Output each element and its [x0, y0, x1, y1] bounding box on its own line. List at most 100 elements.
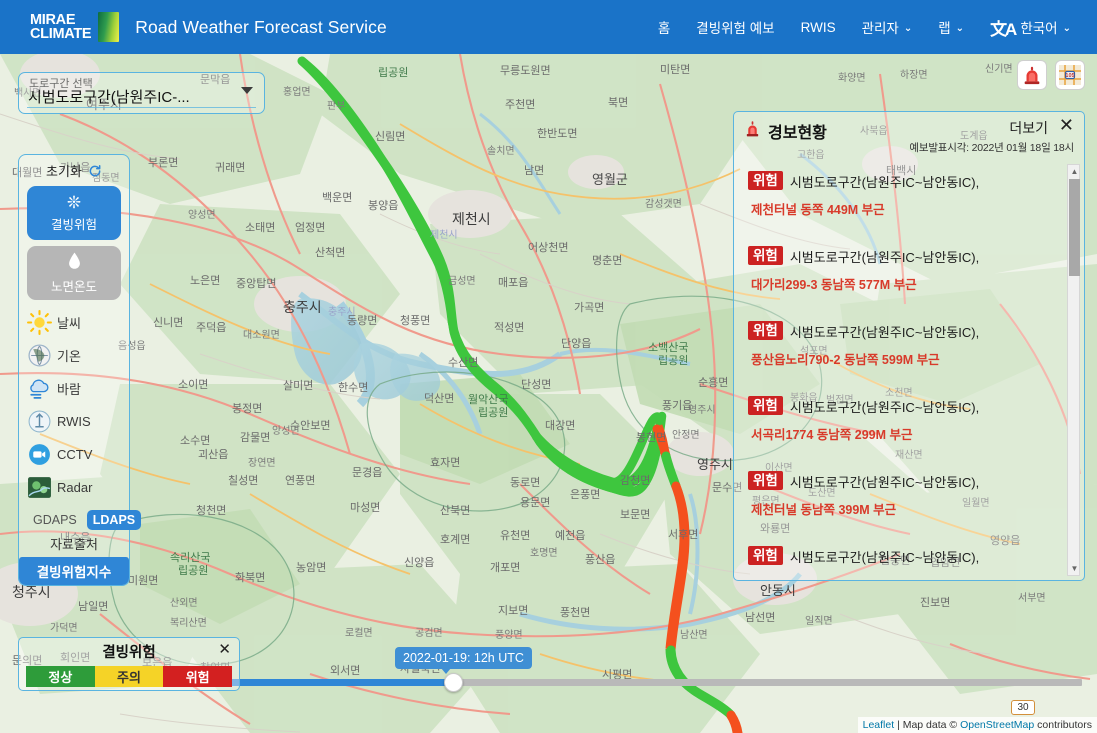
alert-severity-badge: 위험 — [748, 246, 783, 265]
alert-status-panel: 경보현황 더보기 ✕ 예보발표시각: 2022년 01월 18일 18시 위험 시… — [733, 111, 1085, 581]
layer-control-panel: 초기화 ❊ 결빙위험 노면온도 날씨 기온 바람 RWIS CCTV Radar… — [18, 154, 142, 586]
attrib-tail: contributors — [1034, 719, 1092, 731]
alert-severity-badge: 위험 — [748, 546, 783, 565]
nav-item-language[interactable]: 文A 한국어 ⌄ — [990, 15, 1071, 40]
nav-label: 한국어 — [1020, 21, 1058, 36]
nav-item-rwis[interactable]: RWIS — [801, 20, 836, 35]
reset-label: 초기화 — [46, 164, 82, 179]
layer-label: 기온 — [57, 349, 81, 364]
alert-severity-badge: 위험 — [748, 171, 783, 190]
layer-label: Radar — [57, 480, 93, 495]
brand-logo[interactable]: MIRAE CLIMATE — [30, 12, 120, 42]
close-icon[interactable]: ✕ — [218, 640, 231, 658]
alert-road-name: 시범도로구간(남원주IC~남안동IC), — [789, 325, 980, 340]
slider-handle[interactable] — [444, 673, 463, 692]
radar-globe-icon — [27, 475, 52, 500]
alert-location: 풍산읍노리790-2 동남쪽 599M 부근 — [751, 353, 940, 367]
chevron-down-icon — [241, 87, 253, 94]
alert-panel-title: 경보현황 — [768, 125, 827, 142]
chevron-down-icon: ⌄ — [955, 22, 965, 34]
nav-item-lab[interactable]: 랩 ⌄ — [938, 17, 964, 37]
wind-cloud-icon — [27, 376, 52, 401]
reset-button[interactable]: 초기화 — [27, 161, 121, 180]
mode-button-ice-risk[interactable]: ❊ 결빙위험 — [27, 186, 121, 240]
road-map-button[interactable]: 105 — [1055, 60, 1085, 90]
slider-tooltip: 2022-01-19: 12h UTC — [395, 647, 532, 674]
scroll-up-arrow-icon[interactable]: ▲ — [1068, 165, 1081, 178]
alert-more-link[interactable]: 더보기 — [1009, 118, 1048, 138]
alert-item[interactable]: 위험 시범도로구간(남원주IC~남안동IC), 제천터널 동쪽 449M 부근 — [734, 164, 1084, 239]
nav-label: 랩 — [938, 21, 951, 36]
legend-color-bar: 정상 주의 위험 — [26, 666, 233, 687]
svg-text:105: 105 — [1065, 73, 1074, 79]
ice-risk-index-button[interactable]: 결빙위험지수 — [19, 557, 129, 585]
siren-icon — [744, 119, 761, 139]
nav-item-ice-forecast[interactable]: 결빙위험 예보 — [696, 17, 774, 37]
layer-label: CCTV — [57, 447, 93, 462]
openstreetmap-link[interactable]: OpenStreetMap — [960, 719, 1034, 731]
app-title: Road Weather Forecast Service — [135, 16, 387, 37]
alert-list[interactable]: 위험 시범도로구간(남원주IC~남안동IC), 제천터널 동쪽 449M 부근 위험 시… — [734, 160, 1084, 580]
layer-label: RWIS — [57, 414, 91, 429]
layer-item-radar[interactable]: Radar — [27, 471, 121, 504]
water-drop-icon — [67, 252, 82, 273]
scroll-down-arrow-icon[interactable]: ▼ — [1068, 562, 1081, 575]
refresh-icon — [89, 164, 101, 176]
main-nav: 홈 결빙위험 예보 RWIS 관리자 ⌄ 랩 ⌄ 文A 한국어 ⌄ — [658, 15, 1071, 40]
leaflet-link[interactable]: Leaflet — [863, 719, 895, 731]
road-section-select[interactable]: 도로구간 선택 시범도로구간(남원주IC-... — [18, 72, 265, 114]
road-shield-30: 30 — [1011, 700, 1035, 715]
alert-list-scrollbar[interactable]: ▲ ▼ — [1067, 164, 1080, 576]
mode-label: 결빙위험 — [50, 217, 97, 232]
alert-severity-badge: 위험 — [748, 396, 783, 415]
alert-item[interactable]: 위험 시범도로구간(남원주IC~남안동IC), 대가리299-3 동남쪽 577M … — [734, 239, 1084, 314]
alert-item[interactable]: 위험 시범도로구간(남원주IC~남안동IC), — [734, 539, 1084, 580]
brand-line-2: CLIMATE — [30, 26, 92, 42]
nav-item-home[interactable]: 홈 — [658, 17, 670, 37]
chevron-down-icon: ⌄ — [903, 22, 913, 34]
rwis-station-icon — [27, 409, 52, 434]
select-underline — [27, 107, 256, 108]
time-slider[interactable]: 2022-01-19: 12h UTC — [150, 647, 1082, 697]
layer-item-wind[interactable]: 바람 — [27, 372, 121, 405]
legend-title: 결빙위험 — [102, 645, 156, 661]
legend-segment-caution: 주의 — [94, 666, 164, 687]
alert-item-header: 위험 시범도로구간(남원주IC~남안동IC), — [748, 246, 1070, 266]
data-source-label: 자료출처 — [50, 537, 98, 552]
legend-segment-danger: 위험 — [163, 666, 233, 687]
layer-item-rwis[interactable]: RWIS — [27, 405, 121, 438]
alert-item[interactable]: 위험 시범도로구간(남원주IC~남안동IC), 서곡리1774 동남쪽 299M 부… — [734, 389, 1084, 464]
model-chip-ldaps[interactable]: LDAPS — [86, 510, 142, 530]
alert-siren-button[interactable] — [1017, 60, 1047, 90]
alert-item[interactable]: 위험 시범도로구간(남원주IC~남안동IC), 제천터널 동남쪽 399M 부근 — [734, 464, 1084, 539]
leaflet-map[interactable]: 여주시 문막읍 립공원 무릉도원면 미탄면 백사면 홍업면 판부 주천면 북면 화양면 하장면 신기면 신… — [0, 54, 1097, 733]
mode-button-road-temp[interactable]: 노면온도 — [27, 246, 121, 300]
model-chip-gdaps[interactable]: GDAPS — [27, 510, 83, 530]
layer-item-weather[interactable]: 날씨 — [27, 306, 121, 339]
nav-label: 홈 — [657, 21, 671, 36]
alert-road-name: 시범도로구간(남원주IC~남안동IC), — [789, 550, 980, 565]
attrib-sep: | Map data © — [894, 719, 961, 731]
alert-severity-badge: 위험 — [748, 471, 783, 490]
brand-flag-icon — [98, 12, 120, 42]
model-selector: GDAPS LDAPS — [27, 510, 142, 530]
map-tool-buttons: 105 — [1017, 60, 1085, 90]
app-root: MIRAE CLIMATE Road Weather Forecast Serv… — [0, 0, 1097, 733]
scrollbar-thumb[interactable] — [1069, 179, 1080, 276]
alert-road-name: 시범도로구간(남원주IC~남안동IC), — [789, 475, 980, 490]
chevron-down-icon: ⌄ — [1062, 22, 1071, 34]
road-section-select-value: 시범도로구간(남원주IC-... — [28, 89, 190, 106]
alert-road-name: 시범도로구간(남원주IC~남안동IC), — [789, 400, 980, 415]
close-icon[interactable]: ✕ — [1059, 115, 1074, 135]
alert-items-container: 위험 시범도로구간(남원주IC~남안동IC), 제천터널 동쪽 449M 부근 위험 시… — [734, 164, 1084, 580]
alert-item[interactable]: 위험 시범도로구간(남원주IC~남안동IC), 풍산읍노리790-2 동남쪽 599… — [734, 314, 1084, 389]
snowflake-icon: ❊ — [66, 192, 82, 212]
alert-location: 제천터널 동남쪽 399M 부근 — [751, 503, 897, 517]
layer-label: 바람 — [57, 382, 81, 397]
nav-item-admin[interactable]: 관리자 ⌄ — [862, 17, 913, 37]
thermometer-globe-icon — [27, 343, 52, 368]
layer-item-temperature[interactable]: 기온 — [27, 339, 121, 372]
layer-item-cctv[interactable]: CCTV — [27, 438, 121, 471]
nav-label: 관리자 — [861, 21, 899, 36]
brand-text: MIRAE CLIMATE — [30, 12, 92, 42]
